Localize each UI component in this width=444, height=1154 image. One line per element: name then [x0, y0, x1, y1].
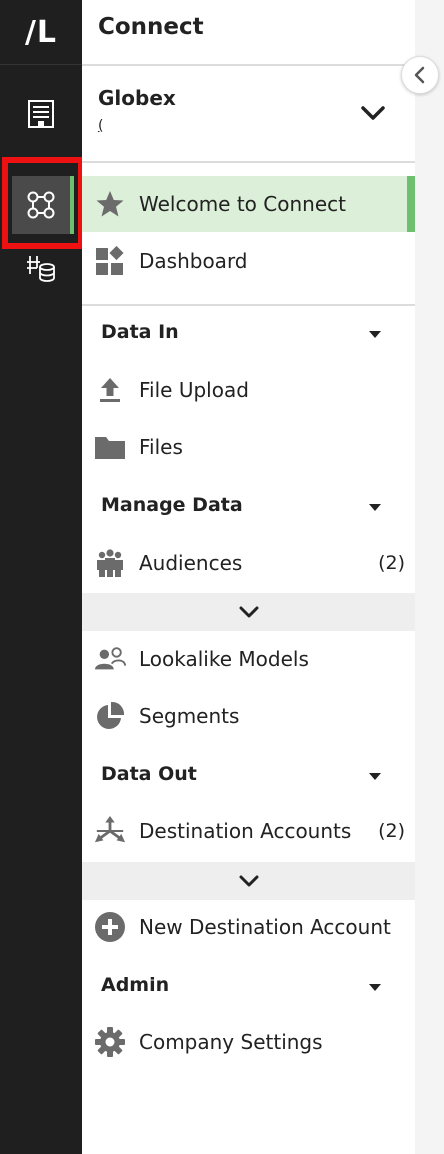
- chevron-down-icon: [239, 875, 258, 887]
- nav-label: Audiences: [139, 551, 243, 575]
- lookalike-icon: [94, 643, 126, 675]
- expand-audiences-button[interactable]: [82, 593, 415, 631]
- page-title: Connect: [98, 14, 204, 40]
- caret-down-icon: [369, 504, 381, 511]
- nav-item-welcome[interactable]: Welcome to Connect: [82, 176, 415, 232]
- caret-down-icon: [369, 331, 381, 338]
- count-badge: (2): [378, 552, 405, 574]
- divider: [82, 304, 415, 306]
- section-data-out[interactable]: Data Out: [82, 755, 415, 795]
- nav-label: Destination Accounts: [139, 819, 352, 843]
- nav-item-company-settings[interactable]: Company Settings: [82, 1014, 415, 1070]
- people-icon: [94, 547, 126, 579]
- building-icon: [28, 100, 54, 128]
- nav-item-files[interactable]: Files: [82, 419, 415, 475]
- nav-item-destination-accounts[interactable]: Destination Accounts (2): [82, 803, 415, 859]
- nav-label: New Destination Account: [139, 915, 391, 939]
- connect-panel: Connect Globex ( Welcome to Connect Dash…: [82, 0, 416, 1154]
- section-manage-data[interactable]: Manage Data: [82, 486, 415, 526]
- nav-label: Company Settings: [139, 1030, 323, 1054]
- chevron-left-icon: [414, 66, 425, 84]
- gear-icon: [94, 1026, 126, 1058]
- pie-icon: [94, 700, 126, 732]
- org-name: Globex: [98, 86, 176, 110]
- nav-item-dashboard[interactable]: Dashboard: [82, 233, 415, 289]
- nav-label: Lookalike Models: [139, 647, 309, 671]
- rail-item-buildings[interactable]: [12, 84, 70, 142]
- section-title: Admin: [101, 974, 170, 996]
- nav-label: Welcome to Connect: [139, 192, 346, 216]
- divider: [82, 64, 415, 66]
- section-title: Data Out: [101, 763, 197, 785]
- upload-icon: [94, 374, 126, 406]
- plus-circle-icon: [94, 911, 126, 943]
- nav-label: File Upload: [139, 378, 249, 402]
- section-data-in[interactable]: Data In: [82, 313, 415, 353]
- divider: [82, 161, 415, 163]
- arrows-out-icon: [94, 815, 126, 847]
- caret-down-icon: [369, 773, 381, 780]
- nav-label: Dashboard: [139, 249, 248, 273]
- expand-destinations-button[interactable]: [82, 862, 415, 900]
- org-sub-link[interactable]: (: [98, 118, 103, 134]
- dashboard-icon: [94, 245, 126, 277]
- content-edge: [415, 0, 444, 1154]
- highlight-box: [2, 157, 84, 249]
- chevron-down-icon[interactable]: [358, 98, 388, 128]
- data-warehouse-icon: [27, 256, 55, 282]
- caret-down-icon: [369, 984, 381, 991]
- collapse-panel-button[interactable]: [401, 56, 439, 94]
- section-title: Manage Data: [101, 494, 243, 516]
- nav-item-new-destination-account[interactable]: New Destination Account: [82, 899, 415, 955]
- brand-logo[interactable]: /L: [0, 0, 82, 65]
- nav-item-audiences[interactable]: Audiences (2): [82, 535, 415, 591]
- folder-icon: [94, 431, 126, 463]
- nav-item-file-upload[interactable]: File Upload: [82, 362, 415, 418]
- nav-item-segments[interactable]: Segments: [82, 688, 415, 744]
- nav-label: Files: [139, 435, 183, 459]
- star-icon: [94, 188, 126, 220]
- section-admin[interactable]: Admin: [82, 966, 415, 1006]
- chevron-down-icon: [239, 606, 258, 618]
- nav-label: Segments: [139, 704, 240, 728]
- nav-item-lookalike-models[interactable]: Lookalike Models: [82, 631, 415, 687]
- section-title: Data In: [101, 321, 179, 343]
- count-badge: (2): [378, 820, 405, 842]
